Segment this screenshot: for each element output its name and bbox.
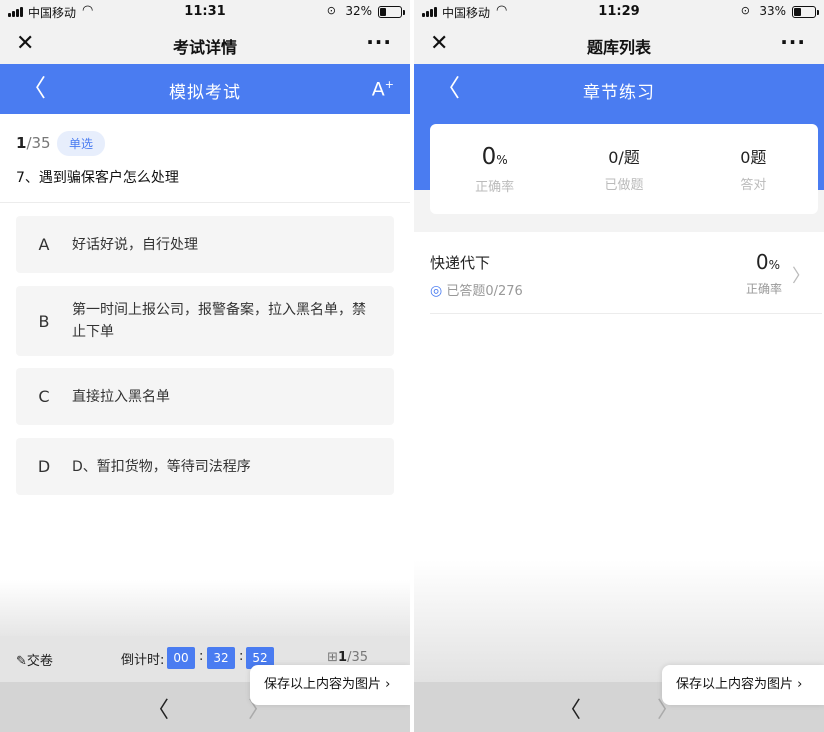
count-total: /35 — [347, 650, 368, 665]
check-circle-icon: ◎ — [430, 283, 443, 299]
page-title: 题库列表 — [586, 38, 651, 57]
option-text: 直接拉入黑名单 — [72, 388, 170, 405]
stat-correct: 0题 答对 — [689, 124, 818, 214]
page-title: 考试详情 — [172, 38, 237, 57]
chapter-rate: 0% — [756, 250, 780, 274]
rotation-lock-icon: ⊙ — [326, 4, 336, 17]
option-letter: B — [38, 311, 50, 331]
browser-back-icon[interactable]: 〈 — [559, 692, 581, 724]
pencil-icon: ✎ — [16, 654, 27, 669]
chapter-practice-screen: 中国移动 ◠ 11:29 ⊙ 33% ✕ 题库列表 ··· 〈 章节练习 0% … — [414, 0, 824, 732]
progress-text: 已答题0/276 — [446, 284, 523, 299]
rotation-lock-icon: ⊙ — [740, 4, 750, 17]
question-total: /35 — [26, 134, 51, 152]
exam-title: 模拟考试 — [169, 83, 241, 103]
battery-icon — [792, 6, 819, 18]
font-size-button[interactable]: A+ — [372, 78, 394, 100]
font-size-plus: + — [384, 78, 394, 91]
more-icon[interactable]: ··· — [366, 30, 392, 54]
status-bar: 中国移动 ◠ 11:31 ⊙ 32% — [0, 0, 410, 24]
option-text: 好话好说，自行处理 — [72, 236, 198, 253]
stat-label: 答对 — [740, 178, 767, 193]
countdown-label: 倒计时: — [121, 653, 165, 668]
wechat-nav-bar: ✕ 题库列表 ··· — [414, 24, 824, 64]
divider — [0, 202, 410, 203]
battery-percent: 32% — [345, 4, 372, 18]
battery-percent: 33% — [759, 4, 786, 18]
option-d[interactable]: D D、暂扣货物，等待司法程序 — [16, 438, 394, 495]
stat-done: 0/题 已做题 — [559, 124, 688, 214]
submit-button[interactable]: ✎交卷 — [16, 650, 53, 669]
submit-label: 交卷 — [26, 654, 53, 669]
grid-icon: ⊞ — [327, 650, 339, 665]
option-text: D、暂扣货物，等待司法程序 — [72, 458, 251, 475]
question-type-badge: 单选 — [57, 131, 106, 156]
colon: : — [239, 649, 244, 664]
stat-accuracy: 0% 正确率 — [430, 124, 559, 214]
rate-label: 正确率 — [745, 282, 782, 296]
option-a[interactable]: A 好话好说，自行处理 — [16, 216, 394, 273]
rate-unit: % — [768, 258, 780, 272]
stat-number: 0 — [608, 148, 619, 167]
stat-label: 已做题 — [604, 178, 644, 193]
question-counter: 1/35 — [16, 134, 51, 152]
stat-value: 0% — [430, 144, 559, 170]
option-c[interactable]: C 直接拉入黑名单 — [16, 368, 394, 425]
option-letter: A — [38, 235, 50, 254]
more-icon[interactable]: ··· — [780, 30, 806, 54]
browser-back-icon[interactable]: 〈 — [147, 692, 169, 724]
answer-sheet-button[interactable]: ⊞1/35 — [327, 650, 368, 665]
stats-card: 0% 正确率 0/题 已做题 0题 答对 — [430, 124, 818, 214]
stat-value: 0/题 — [559, 144, 688, 168]
stat-number: 0 — [481, 144, 497, 170]
option-b[interactable]: B 第一时间上报公司，报警备案，拉入黑名单，禁止下单 — [16, 286, 394, 356]
status-bar: 中国移动 ◠ 11:29 ⊙ 33% — [414, 0, 824, 24]
option-text: 第一时间上报公司，报警备案，拉入黑名单，禁止下单 — [72, 302, 366, 340]
rate-number: 0 — [755, 250, 769, 274]
save-as-image-button[interactable]: 保存以上内容为图片 › — [250, 665, 410, 705]
wechat-nav-bar: ✕ 考试详情 ··· — [0, 24, 410, 64]
countdown-hours: 00 — [167, 647, 195, 669]
practice-title: 章节练习 — [583, 83, 655, 103]
stat-label: 正确率 — [475, 180, 515, 195]
practice-header: 〈 章节练习 — [414, 64, 824, 114]
bottom-fade — [414, 560, 824, 682]
battery-icon — [378, 6, 405, 18]
stat-value: 0题 — [689, 144, 818, 168]
chapter-progress: ◎ 已答题0/276 — [430, 280, 523, 299]
font-size-label: A — [371, 78, 385, 101]
option-letter: C — [38, 387, 50, 406]
stat-unit: % — [496, 153, 508, 167]
save-as-image-button[interactable]: 保存以上内容为图片 › — [662, 665, 824, 705]
exam-header: 〈 模拟考试 A+ — [0, 64, 410, 114]
stat-number: 0 — [740, 148, 751, 167]
chapter-name: 快递代下 — [430, 254, 491, 272]
exam-screen: 中国移动 ◠ 11:31 ⊙ 32% ✕ 考试详情 ··· 〈 模拟考试 A+ … — [0, 0, 410, 732]
stat-unit: 题 — [750, 148, 767, 167]
option-letter: D — [37, 457, 51, 476]
question-text: 7、遇到骗保客户怎么处理 — [16, 170, 179, 186]
count-current: 1 — [338, 650, 348, 665]
chapter-list-item[interactable]: 快递代下 ◎ 已答题0/276 0% 正确率 〉 — [430, 232, 822, 314]
bottom-fade — [0, 580, 410, 636]
question-index: 1 — [16, 134, 27, 152]
countdown-minutes: 32 — [207, 647, 235, 669]
colon: : — [199, 649, 204, 664]
stat-unit: /题 — [618, 148, 640, 167]
chevron-right-icon: 〉 — [792, 266, 810, 287]
